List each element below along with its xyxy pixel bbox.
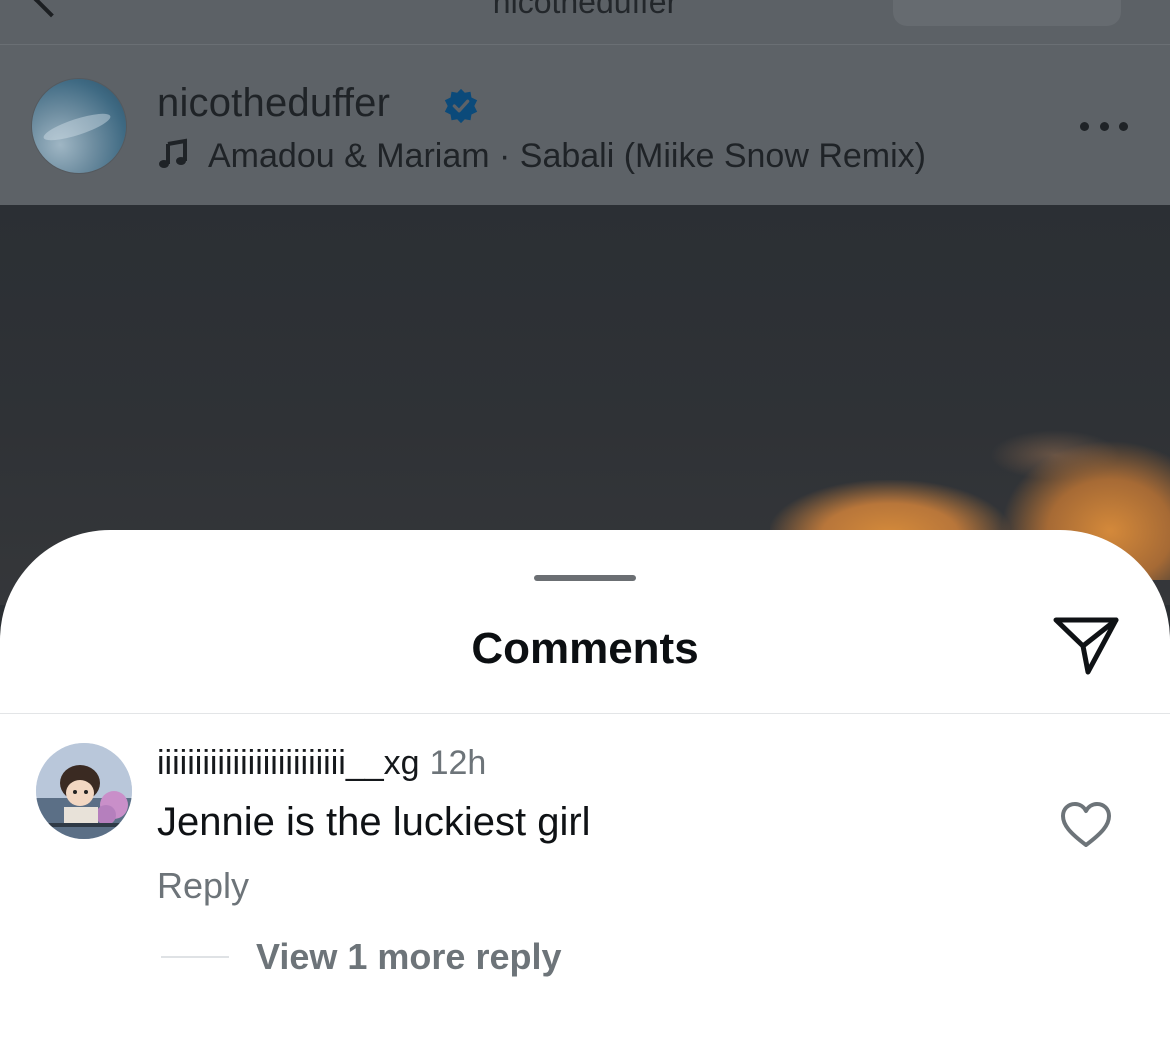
author-avatar[interactable] bbox=[32, 79, 126, 173]
heart-icon[interactable] bbox=[1060, 801, 1112, 849]
reply-button[interactable]: Reply bbox=[157, 865, 249, 907]
music-note-icon bbox=[159, 138, 187, 168]
view-more-replies-button[interactable]: View 1 more reply bbox=[256, 936, 562, 978]
commenter-avatar[interactable] bbox=[36, 743, 132, 839]
comments-sheet: Comments bbox=[0, 530, 1170, 1050]
replies-line bbox=[161, 956, 229, 958]
sheet-grabber[interactable] bbox=[534, 575, 636, 581]
verified-badge-icon bbox=[444, 88, 478, 124]
comment-text: Jennie is the luckiest girl bbox=[157, 800, 591, 844]
author-username[interactable]: nicotheduffer bbox=[157, 81, 390, 126]
comment-username-line: iiiiiiiiiiiiiiiiiiiiiiiii__xg 12h bbox=[157, 744, 486, 783]
more-horizontal-icon[interactable] bbox=[1080, 122, 1128, 132]
send-icon[interactable] bbox=[1050, 612, 1122, 678]
top-nav-bar: nicotheduffer bbox=[0, 0, 1170, 45]
follow-button[interactable] bbox=[893, 0, 1121, 26]
comment-username[interactable]: iiiiiiiiiiiiiiiiiiiiiiiii__xg bbox=[157, 744, 420, 782]
sheet-divider bbox=[0, 713, 1170, 714]
comment-time: 12h bbox=[429, 744, 487, 782]
post-header: nicotheduffer Amadou & Mariam · Sabali (… bbox=[0, 45, 1170, 205]
music-track[interactable]: Amadou & Mariam · Sabali (Miike Snow Rem… bbox=[208, 137, 926, 176]
sheet-title: Comments bbox=[471, 624, 699, 673]
